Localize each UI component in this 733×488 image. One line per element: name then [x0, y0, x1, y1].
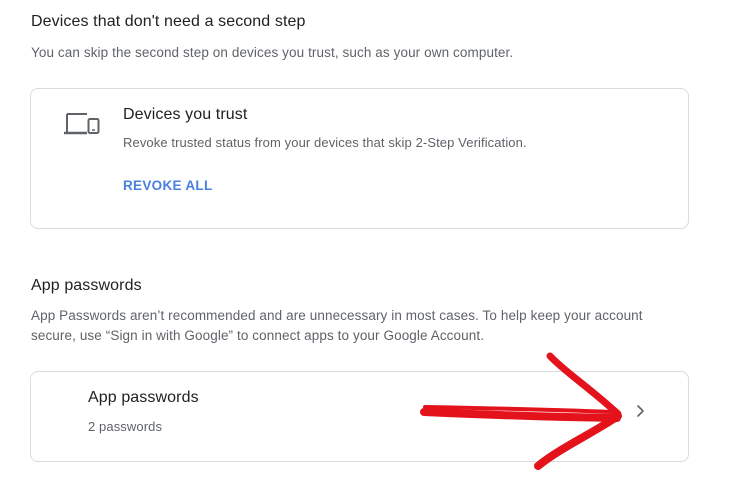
trusted-devices-section-description: You can skip the second step on devices …	[31, 45, 514, 60]
app-passwords-count: 2 passwords	[88, 419, 163, 434]
chevron-right-icon	[635, 404, 645, 418]
devices-you-trust-description: Revoke trusted status from your devices …	[123, 135, 527, 150]
app-passwords-card-title: App passwords	[88, 389, 199, 406]
devices-you-trust-title: Devices you trust	[123, 106, 248, 123]
app-passwords-card[interactable]: App passwords 2 passwords	[30, 371, 689, 462]
app-passwords-section-description-line1: App Passwords aren’t recommended and are…	[31, 308, 643, 323]
app-passwords-section-title: App passwords	[31, 277, 142, 294]
devices-you-trust-card: Devices you trust Revoke trusted status …	[30, 88, 689, 229]
revoke-all-button[interactable]: REVOKE ALL	[123, 178, 213, 193]
devices-icon	[63, 111, 103, 141]
trusted-devices-section-title: Devices that don't need a second step	[31, 13, 306, 30]
app-passwords-section-description-line2: secure, use “Sign in with Google” to con…	[31, 328, 485, 343]
